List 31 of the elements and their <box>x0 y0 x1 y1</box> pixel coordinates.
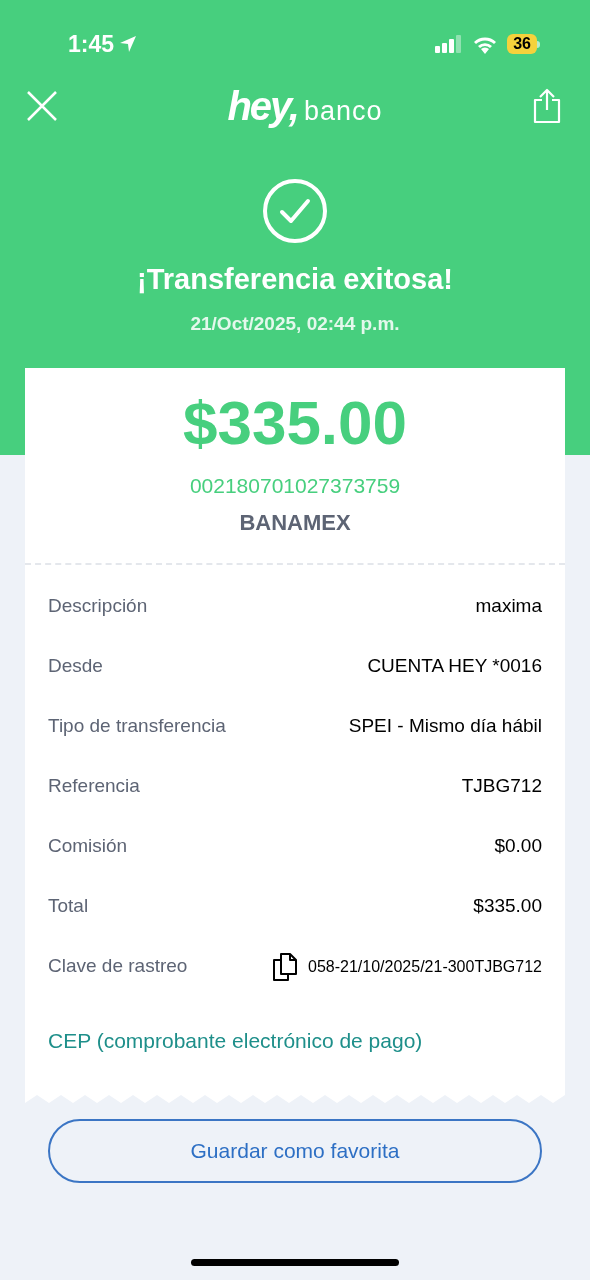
detail-label: Total <box>48 894 89 919</box>
detail-label: Clave de rastreo <box>48 954 188 979</box>
copy-icon[interactable] <box>272 952 299 981</box>
detail-value: $335.00 <box>473 894 542 919</box>
success-check-icon <box>262 178 328 244</box>
detail-value: $0.00 <box>494 834 542 859</box>
detail-label: Referencia <box>48 774 140 799</box>
location-arrow-icon <box>118 34 139 54</box>
logo-wordmark: hey, <box>227 86 298 126</box>
status-time: 1:45 <box>68 29 115 59</box>
amount: $335.00 <box>182 392 408 454</box>
detail-value: TJBG712 <box>461 774 542 799</box>
transfer-date: 21/Oct/2025, 02:44 p.m. <box>190 311 400 336</box>
share-icon[interactable] <box>532 88 562 124</box>
detail-value: SPEI - Mismo día hábil <box>348 714 542 739</box>
detail-label: Descripción <box>48 594 148 619</box>
detail-label: Tipo de transferencia <box>48 714 226 739</box>
detail-label: Comisión <box>48 834 128 859</box>
bank-name: BANAMEX <box>239 508 351 537</box>
battery-level: 36 <box>507 34 537 54</box>
detail-value: maxima <box>475 594 542 619</box>
logo-subtitle: banco <box>304 98 383 125</box>
detail-label: Desde <box>48 654 103 679</box>
save-favorite-button[interactable]: Guardar como favorita <box>48 1119 542 1183</box>
account-number: 002180701027373759 <box>189 473 401 499</box>
detail-value: CUENTA HEY *0016 <box>367 654 542 679</box>
detail-value: 058-21/10/2025/21-300TJBG712 <box>308 956 542 977</box>
success-title: ¡Transferencia exitosa! <box>137 262 453 297</box>
close-icon[interactable] <box>26 90 58 122</box>
cep-link[interactable]: CEP (comprobante electrónico de pago) <box>48 1024 423 1056</box>
signal-icon <box>435 35 464 53</box>
